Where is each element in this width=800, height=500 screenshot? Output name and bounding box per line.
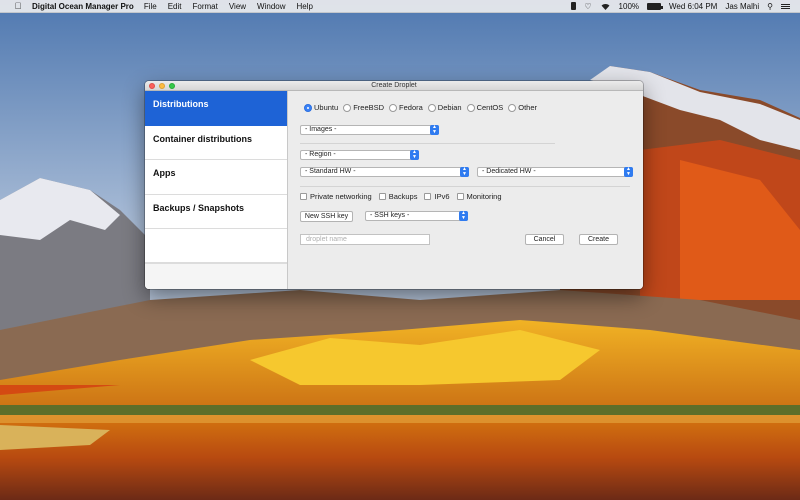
zoom-icon[interactable] [169,83,175,89]
radio-button-icon [466,103,475,112]
checkbox-label: Monitoring [466,192,502,201]
popup-arrows-icon: ▲ ▼ [624,167,633,177]
separator [300,186,630,187]
radio-centos[interactable]: CentOS [466,103,504,112]
checkbox-icon [300,193,307,200]
create-button[interactable]: Create [579,234,618,245]
device-icon[interactable] [571,2,577,10]
user-name[interactable]: Jas Malhi [725,2,759,11]
notification-center-icon[interactable] [781,3,790,9]
radio-label: Debian [437,103,462,112]
radio-label: Other [518,103,538,112]
radio-button-icon [427,103,436,112]
popup-arrows-icon: ▲ ▼ [430,125,439,135]
options-checkbox-group: Private networking Backups IPv6 Monitori… [300,192,509,201]
radio-label: Ubuntu [314,103,339,112]
separator [300,143,555,144]
menu-window[interactable]: Window [257,2,285,11]
sidebar-footer [145,263,287,289]
checkbox-label: IPv6 [434,192,450,201]
checkbox-monitoring[interactable]: Monitoring [456,192,502,201]
checkbox-icon [378,193,386,200]
radio-fedora[interactable]: Fedora [389,103,423,112]
popup-arrows-icon: ▲ ▼ [410,150,419,160]
ssh-keys-popup[interactable]: - SSH keys - ▲ ▼ [365,211,468,221]
popup-arrows-icon: ▲ ▼ [459,211,468,221]
heart-icon[interactable]: ♡ [584,2,591,11]
dedicated-hw-popup-value: - Dedicated HW - [482,168,536,175]
radio-label: FreeBSD [353,103,385,112]
create-droplet-window: Create Droplet Distributions Container d… [145,81,643,289]
battery-percent: 100% [618,1,640,11]
radio-ubuntu[interactable]: Ubuntu [304,103,338,112]
sidebar-item-apps[interactable]: Apps [145,160,287,195]
wifi-icon[interactable] [600,3,611,10]
radio-label: CentOS [476,103,504,112]
checkbox-backups[interactable]: Backups [378,192,418,201]
minimize-icon[interactable] [159,83,165,89]
radio-button-icon [508,103,517,112]
menu-edit[interactable]: Edit [168,2,182,11]
menu-help[interactable]: Help [297,2,313,11]
radio-other[interactable]: Other [508,103,537,112]
radio-button-icon [389,103,398,112]
battery-icon[interactable] [647,2,664,10]
window-body: Distributions Container distributions Ap… [145,91,643,289]
droplet-form: Ubuntu FreeBSD Fedora Debian CentOS Othe… [288,91,643,289]
clock[interactable]: Wed 6:04 PM [669,2,717,11]
radio-debian[interactable]: Debian [427,103,462,112]
radio-button-icon [304,103,312,112]
apple-menu-icon[interactable]:  [11,1,25,11]
droplet-name-field[interactable]: droplet name [300,234,430,245]
popup-arrows-icon: ▲ ▼ [460,167,469,177]
sidebar-item-distributions[interactable]: Distributions [145,91,287,126]
radio-button-icon [343,103,352,112]
menu-bar:  Digital Ocean Manager Pro File Edit Fo… [0,0,800,13]
sidebar-empty-row [145,229,287,263]
new-ssh-key-button[interactable]: New SSH key [300,211,353,222]
search-icon[interactable]: ⚲ [767,2,773,11]
menu-file[interactable]: File [144,2,157,11]
images-popup[interactable]: - Images - ▲ ▼ [300,125,439,135]
checkbox-label: Private networking [310,192,372,201]
menu-format[interactable]: Format [193,2,218,11]
region-popup[interactable]: - Region - ▲ ▼ [300,150,419,160]
distro-radio-group: Ubuntu FreeBSD Fedora Debian CentOS Othe… [304,103,542,112]
sidebar: Distributions Container distributions Ap… [145,91,288,289]
images-popup-value: - Images - [305,126,337,133]
radio-freebsd[interactable]: FreeBSD [343,103,384,112]
checkbox-label: Backups [388,192,418,201]
window-title: Create Droplet [371,82,417,89]
checkbox-ipv6[interactable]: IPv6 [424,192,450,201]
status-area: ♡ 100% Wed 6:04 PM Jas Malhi ⚲ [571,2,790,11]
cancel-button[interactable]: Cancel [525,234,564,245]
window-controls [149,83,175,89]
checkbox-icon [424,193,432,200]
sidebar-item-container-distributions[interactable]: Container distributions [145,126,287,160]
title-bar[interactable]: Create Droplet [145,81,643,91]
menu-view[interactable]: View [229,2,246,11]
close-icon[interactable] [149,83,155,89]
ssh-keys-popup-value: - SSH keys - [370,212,410,219]
standard-hw-popup[interactable]: - Standard HW - ▲ ▼ [300,167,469,177]
dedicated-hw-popup[interactable]: - Dedicated HW - ▲ ▼ [477,167,633,177]
sidebar-item-backups-snapshots[interactable]: Backups / Snapshots [145,195,287,229]
checkbox-private-networking[interactable]: Private networking [300,192,372,201]
standard-hw-popup-value: - Standard HW - [305,168,356,175]
region-popup-value: - Region - [305,151,336,158]
checkbox-icon [456,193,464,200]
radio-label: Fedora [399,103,423,112]
app-menu[interactable]: Digital Ocean Manager Pro [32,2,134,11]
